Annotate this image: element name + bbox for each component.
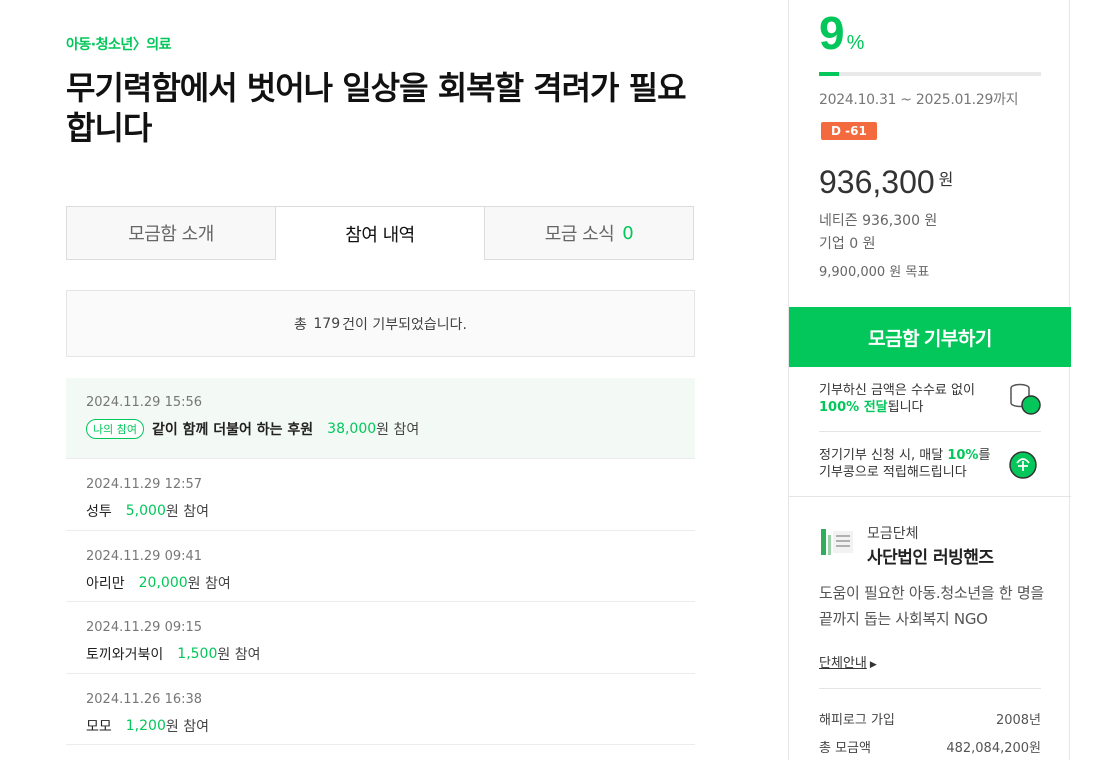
breadcrumb-category[interactable]: 아동·청소년 xyxy=(66,37,133,53)
fee-info: 기부하신 금액은 수수료 없이 100% 전달됩니다 xyxy=(819,382,1041,416)
tab-participation[interactable]: 참여 내역 xyxy=(276,206,484,260)
org-logo xyxy=(819,527,855,557)
donation-list: 2024.11.29 15:56 나의 참여 같이 함께 더불어 하는 후원 3… xyxy=(66,378,695,745)
list-item: 2024.11.29 15:56 나의 참여 같이 함께 더불어 하는 후원 3… xyxy=(66,378,695,459)
stat-total-raised: 총 모금액 482,084,200원 xyxy=(819,741,1041,756)
breadcrumb-subcategory[interactable]: 의료 xyxy=(146,37,171,53)
list-item: 2024.11.29 09:15 토끼와거북이 1,500 원 참여 xyxy=(66,602,695,674)
org-label: 모금단체 xyxy=(867,526,919,542)
bean-icon xyxy=(1009,451,1037,479)
breadcrumb[interactable]: 아동·청소년〉의료 xyxy=(66,34,171,54)
coins-icon xyxy=(1010,383,1041,415)
campaign-sidebar: 9% 2024.10.31 ~ 2025.01.29까지 D -61 936,3… xyxy=(788,0,1071,760)
progress-bar-fill xyxy=(819,72,839,76)
regular-donation-info: 정기기부 신청 시, 매달 10%를 기부콩으로 적립해드립니다 xyxy=(819,447,1041,481)
campaign-period: 2024.10.31 ~ 2025.01.29까지 xyxy=(819,92,1019,108)
list-item: 2024.11.29 12:57 성투 5,000 원 참여 xyxy=(66,459,695,531)
org-divider xyxy=(819,688,1041,689)
progress-percent: 9% xyxy=(819,7,865,59)
raised-amount: 936,300 원 xyxy=(819,164,954,200)
org-logo-icon xyxy=(821,529,853,555)
tab-bar: 모금함 소개 참여 내역 모금 소식 0 xyxy=(66,206,694,260)
tab-news[interactable]: 모금 소식 0 xyxy=(484,206,694,260)
donor-name: 아리만 xyxy=(86,575,125,592)
dday-badge: D -61 xyxy=(821,122,877,140)
section-divider xyxy=(789,496,1071,497)
my-participation-badge: 나의 참여 xyxy=(86,419,144,439)
donation-amount: 38,000 xyxy=(327,421,377,437)
netizen-amount: 네티즌 936,300 원 xyxy=(819,213,938,229)
donation-amount: 5,000 xyxy=(125,503,166,519)
donation-date: 2024.11.26 16:38 xyxy=(86,691,203,707)
tab-introduction[interactable]: 모금함 소개 xyxy=(66,206,276,260)
org-name[interactable]: 사단법인 러빙핸즈 xyxy=(867,543,994,568)
list-item: 2024.11.29 09:41 아리만 20,000 원 참여 xyxy=(66,531,695,602)
list-item: 2024.11.26 16:38 모모 1,200 원 참여 xyxy=(66,674,695,745)
org-info-link[interactable]: 단체안내 ▶ xyxy=(819,652,877,671)
stat-join-year: 해피로그 가입 2008년 xyxy=(819,713,1041,728)
news-count: 0 xyxy=(622,222,634,244)
info-divider xyxy=(819,431,1041,432)
donor-name: 토끼와거북이 xyxy=(86,647,164,663)
donation-summary: 총 179 건이 기부되었습니다. xyxy=(66,290,695,357)
donation-amount: 20,000 xyxy=(138,574,188,591)
donation-amount: 1,200 xyxy=(125,717,166,734)
donation-date: 2024.11.29 12:57 xyxy=(86,477,203,492)
donor-name: 성투 xyxy=(86,504,112,520)
donation-count: 179 xyxy=(313,315,341,332)
chevron-right-icon: ▶ xyxy=(869,660,877,670)
donation-date: 2024.11.29 09:15 xyxy=(86,620,203,635)
donor-name: 같이 함께 더불어 하는 후원 xyxy=(151,422,314,438)
org-description: 도움이 필요한 아동.청소년을 한 명을 끝까지 돕는 사회복지 NGO xyxy=(819,584,1044,628)
goal-amount: 9,900,000 원 목표 xyxy=(819,265,930,280)
donation-date: 2024.11.29 15:56 xyxy=(86,395,203,410)
progress-bar xyxy=(819,72,1041,76)
donate-button[interactable]: 모금함 기부하기 xyxy=(789,307,1071,367)
donor-name: 모모 xyxy=(86,718,112,735)
donation-date: 2024.11.29 09:41 xyxy=(86,548,203,564)
page-title: 무기력함에서 벗어나 일상을 회복할 격려가 필요합니다 xyxy=(66,69,687,147)
company-amount: 기업 0 원 xyxy=(819,236,876,252)
breadcrumb-separator: 〉 xyxy=(132,37,147,53)
donation-amount: 1,500 xyxy=(177,646,218,662)
